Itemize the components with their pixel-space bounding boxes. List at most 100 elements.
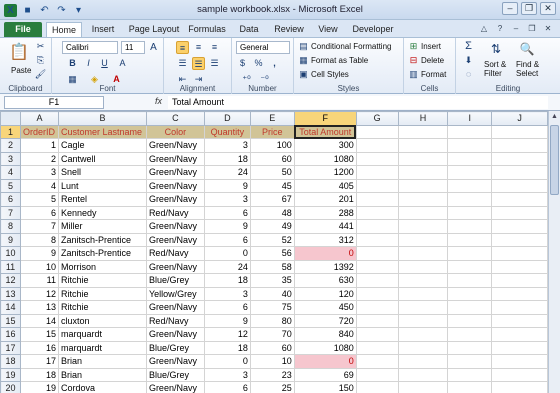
- color-cell[interactable]: Blue/Grey: [145, 367, 205, 382]
- empty-cell[interactable]: [397, 192, 449, 207]
- lastname-cell[interactable]: Lunt: [57, 178, 147, 193]
- filter-label[interactable]: Filter: [484, 69, 502, 78]
- number-format-select[interactable]: General: [236, 41, 290, 54]
- total-amount-cell[interactable]: 0: [293, 354, 357, 369]
- conditional-formatting-button[interactable]: Conditional Formatting: [311, 42, 391, 51]
- header-cell-lastname[interactable]: Customer Lastname: [57, 124, 147, 139]
- column-header-i[interactable]: I: [447, 111, 493, 126]
- underline-button[interactable]: U: [98, 57, 111, 70]
- empty-cell[interactable]: [397, 259, 449, 274]
- workbook-close-icon[interactable]: ✕: [542, 23, 554, 34]
- empty-cell[interactable]: [355, 151, 399, 166]
- percent-button[interactable]: %: [252, 57, 265, 70]
- empty-cell[interactable]: [447, 124, 493, 139]
- color-cell[interactable]: Green/Navy: [145, 232, 205, 247]
- lastname-cell[interactable]: Rentel: [57, 192, 147, 207]
- empty-cell[interactable]: [355, 246, 399, 261]
- find-label[interactable]: Find &: [516, 60, 539, 69]
- lastname-cell[interactable]: cluxton: [57, 313, 147, 328]
- select-all-corner[interactable]: [0, 111, 21, 126]
- orderid-cell[interactable]: 10: [19, 259, 59, 274]
- autosum-button[interactable]: Σ: [462, 40, 475, 53]
- lastname-cell[interactable]: marquardt: [57, 327, 147, 342]
- lastname-cell[interactable]: Zanitsch-Prentice: [57, 232, 147, 247]
- tab-view[interactable]: View: [314, 22, 342, 37]
- workbook-restore-icon[interactable]: ❐: [526, 23, 538, 34]
- empty-cell[interactable]: [447, 381, 493, 393]
- color-cell[interactable]: Green/Navy: [145, 259, 205, 274]
- empty-cell[interactable]: [447, 300, 493, 315]
- empty-cell[interactable]: [397, 354, 449, 369]
- empty-cell[interactable]: [355, 232, 399, 247]
- price-cell[interactable]: 100: [249, 138, 295, 153]
- orderid-cell[interactable]: 18: [19, 367, 59, 382]
- empty-cell[interactable]: [355, 219, 399, 234]
- quantity-cell[interactable]: 3: [203, 192, 251, 207]
- total-amount-cell[interactable]: 840: [293, 327, 357, 342]
- price-cell[interactable]: 25: [249, 381, 295, 393]
- empty-cell[interactable]: [491, 138, 548, 153]
- total-amount-cell[interactable]: 312: [293, 232, 357, 247]
- empty-cell[interactable]: [447, 138, 493, 153]
- empty-cell[interactable]: [491, 219, 548, 234]
- copy-icon[interactable]: ⎘: [34, 54, 47, 67]
- fill-icon[interactable]: ⬇: [462, 54, 475, 67]
- price-cell[interactable]: 75: [249, 300, 295, 315]
- tab-data[interactable]: Data: [235, 22, 263, 37]
- empty-cell[interactable]: [491, 313, 548, 328]
- empty-cell[interactable]: [491, 300, 548, 315]
- ribbon-minimize-icon[interactable]: △: [478, 23, 490, 34]
- total-amount-cell[interactable]: 69: [293, 367, 357, 382]
- header-cell-total-amount[interactable]: Total Amount: [293, 124, 357, 139]
- empty-cell[interactable]: [447, 178, 493, 193]
- sort-label[interactable]: Sort &: [484, 60, 506, 69]
- price-cell[interactable]: 60: [249, 151, 295, 166]
- row-header[interactable]: 18: [0, 354, 21, 369]
- align-left-icon[interactable]: ☰: [176, 57, 189, 70]
- color-cell[interactable]: Green/Navy: [145, 381, 205, 393]
- empty-cell[interactable]: [447, 367, 493, 382]
- empty-cell[interactable]: [397, 286, 449, 301]
- orderid-cell[interactable]: 5: [19, 192, 59, 207]
- quantity-cell[interactable]: 0: [203, 354, 251, 369]
- color-cell[interactable]: Red/Navy: [145, 246, 205, 261]
- price-cell[interactable]: 23: [249, 367, 295, 382]
- cut-icon[interactable]: ✂: [34, 40, 47, 53]
- restore-button[interactable]: ❐: [521, 2, 537, 15]
- lastname-cell[interactable]: Ritchie: [57, 300, 147, 315]
- empty-cell[interactable]: [491, 246, 548, 261]
- total-amount-cell[interactable]: 630: [293, 273, 357, 288]
- total-amount-cell[interactable]: 201: [293, 192, 357, 207]
- row-header[interactable]: 12: [0, 273, 21, 288]
- tab-developer[interactable]: Developer: [350, 22, 396, 37]
- empty-cell[interactable]: [491, 340, 548, 355]
- empty-cell[interactable]: [491, 232, 548, 247]
- column-header-f[interactable]: F: [293, 111, 357, 126]
- header-cell-color[interactable]: Color: [145, 124, 205, 139]
- orderid-cell[interactable]: 6: [19, 205, 59, 220]
- empty-cell[interactable]: [355, 205, 399, 220]
- color-cell[interactable]: Yellow/Grey: [145, 286, 205, 301]
- middle-align-icon[interactable]: ≡: [192, 41, 205, 54]
- color-cell[interactable]: Blue/Grey: [145, 273, 205, 288]
- quantity-cell[interactable]: 18: [203, 151, 251, 166]
- column-header-d[interactable]: D: [203, 111, 251, 126]
- row-header[interactable]: 15: [0, 313, 21, 328]
- lastname-cell[interactable]: Cagle: [57, 138, 147, 153]
- empty-cell[interactable]: [447, 286, 493, 301]
- empty-cell[interactable]: [355, 124, 399, 139]
- column-header-h[interactable]: H: [397, 111, 449, 126]
- column-header-a[interactable]: A: [19, 111, 59, 126]
- font-size-select[interactable]: 11: [121, 41, 145, 54]
- empty-cell[interactable]: [491, 327, 548, 342]
- quantity-cell[interactable]: 6: [203, 381, 251, 393]
- sort-filter-icon[interactable]: ⇅: [487, 40, 505, 58]
- quantity-cell[interactable]: 9: [203, 219, 251, 234]
- price-cell[interactable]: 58: [249, 259, 295, 274]
- quantity-cell[interactable]: 18: [203, 273, 251, 288]
- close-button[interactable]: ✕: [540, 2, 556, 15]
- paste-button[interactable]: Paste: [11, 66, 31, 75]
- empty-cell[interactable]: [447, 151, 493, 166]
- empty-cell[interactable]: [355, 273, 399, 288]
- bold-button[interactable]: B: [66, 57, 79, 70]
